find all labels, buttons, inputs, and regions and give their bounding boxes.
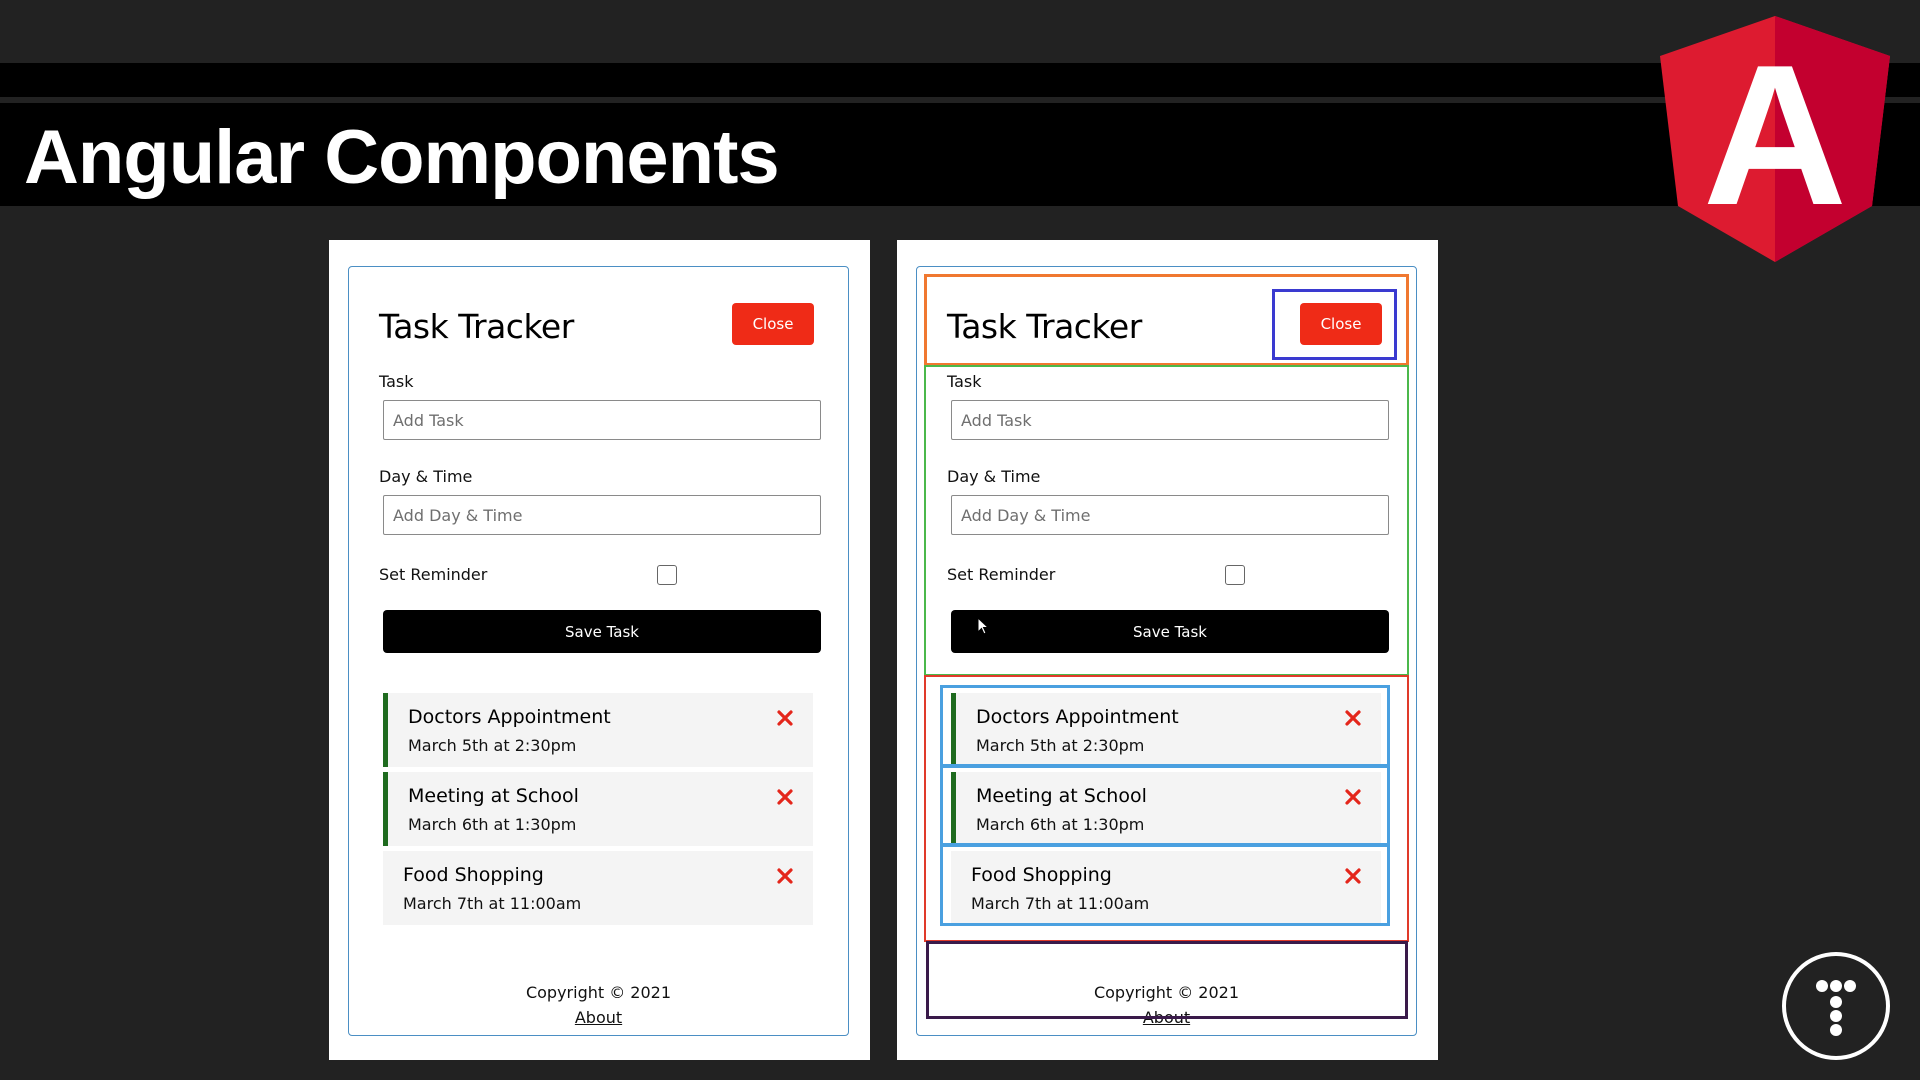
delete-icon[interactable] <box>1342 786 1364 808</box>
mouse-cursor-icon <box>977 617 990 635</box>
about-link[interactable]: About <box>917 1008 1416 1027</box>
task-input[interactable] <box>383 400 821 440</box>
task-item[interactable]: Meeting at School March 6th at 1:30pm <box>951 772 1381 846</box>
svg-text:A: A <box>1703 24 1847 247</box>
task-title: Doctors Appointment <box>408 706 611 728</box>
delete-icon[interactable] <box>1342 865 1364 887</box>
task-day: March 7th at 11:00am <box>403 894 582 913</box>
channel-logo-icon <box>1782 952 1890 1060</box>
day-time-label: Day & Time <box>379 467 473 486</box>
task-title: Doctors Appointment <box>976 706 1179 728</box>
app-title: Task Tracker <box>947 307 1142 346</box>
app-preview-right: Task Tracker Close Task Day & Time Set R… <box>897 240 1438 1060</box>
slide-title: Angular Components <box>24 115 780 200</box>
delete-icon[interactable] <box>774 707 796 729</box>
app-container: Task Tracker Close Task Day & Time Set R… <box>348 266 849 1036</box>
task-title: Meeting at School <box>976 785 1147 807</box>
task-label: Task <box>947 372 982 391</box>
reminder-label: Set Reminder <box>379 565 488 584</box>
delete-icon[interactable] <box>774 865 796 887</box>
task-title: Meeting at School <box>408 785 579 807</box>
day-time-input[interactable] <box>951 495 1389 535</box>
task-title: Food Shopping <box>403 864 544 886</box>
task-item[interactable]: Food Shopping March 7th at 11:00am <box>951 851 1381 925</box>
app-title: Task Tracker <box>379 307 574 346</box>
day-time-input[interactable] <box>383 495 821 535</box>
reminder-checkbox[interactable] <box>1225 565 1245 585</box>
delete-icon[interactable] <box>774 786 796 808</box>
close-button[interactable]: Close <box>1300 303 1382 345</box>
app-preview-left: Task Tracker Close Task Day & Time Set R… <box>329 240 870 1060</box>
delete-icon[interactable] <box>1342 707 1364 729</box>
task-day: March 6th at 1:30pm <box>408 815 577 834</box>
about-link[interactable]: About <box>349 1008 848 1027</box>
copyright-text: Copyright © 2021 <box>1093 983 1240 1002</box>
reminder-label: Set Reminder <box>947 565 1056 584</box>
footer: Copyright © 2021 About <box>349 983 848 1027</box>
angular-logo-icon: A <box>1660 16 1890 262</box>
task-day: March 6th at 1:30pm <box>976 815 1145 834</box>
task-label: Task <box>379 372 414 391</box>
task-input[interactable] <box>951 400 1389 440</box>
footer: Copyright © 2021 About <box>917 983 1416 1027</box>
task-item[interactable]: Doctors Appointment March 5th at 2:30pm <box>951 693 1381 767</box>
task-day: March 5th at 2:30pm <box>976 736 1145 755</box>
reminder-checkbox[interactable] <box>657 565 677 585</box>
copyright-text: Copyright © 2021 <box>525 983 672 1002</box>
save-task-button[interactable]: Save Task <box>951 610 1389 653</box>
task-item[interactable]: Food Shopping March 7th at 11:00am <box>383 851 813 925</box>
day-time-label: Day & Time <box>947 467 1041 486</box>
task-item[interactable]: Doctors Appointment March 5th at 2:30pm <box>383 693 813 767</box>
app-container: Task Tracker Close Task Day & Time Set R… <box>916 266 1417 1036</box>
close-button[interactable]: Close <box>732 303 814 345</box>
task-day: March 5th at 2:30pm <box>408 736 577 755</box>
task-item[interactable]: Meeting at School March 6th at 1:30pm <box>383 772 813 846</box>
save-task-button[interactable]: Save Task <box>383 610 821 653</box>
task-title: Food Shopping <box>971 864 1112 886</box>
top-stripe <box>0 63 1920 97</box>
task-day: March 7th at 11:00am <box>971 894 1150 913</box>
